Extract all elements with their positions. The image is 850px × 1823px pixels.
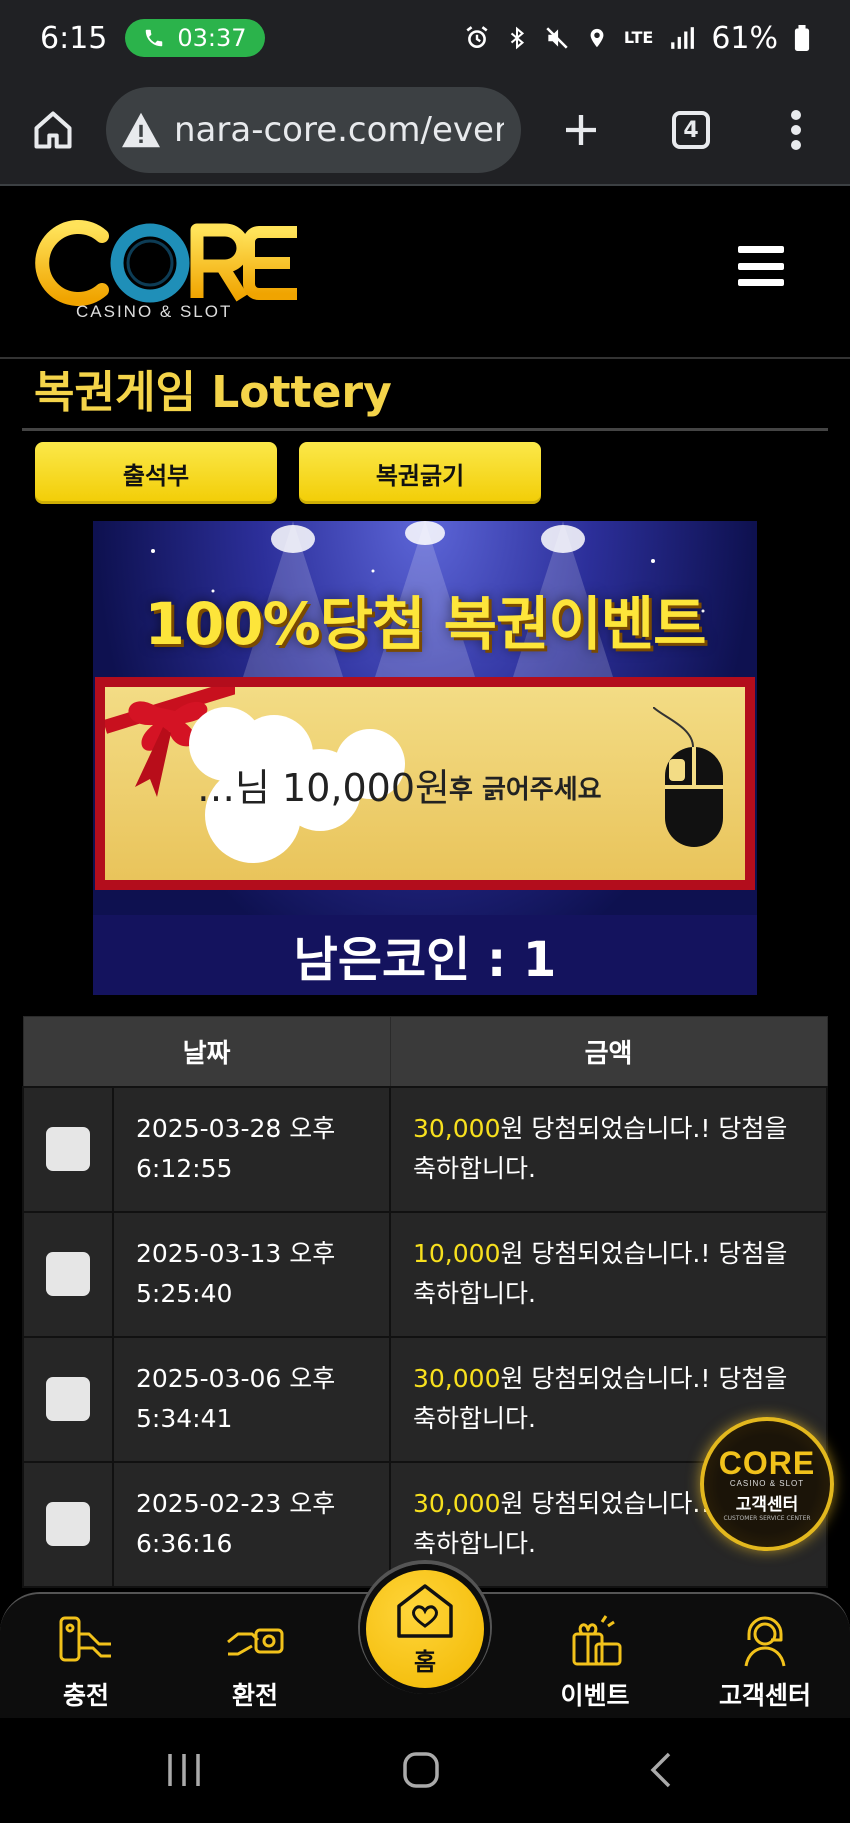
call-duration: 03:37 (177, 24, 247, 52)
network-type: LTE (623, 28, 654, 47)
lottery-banner: 100%당첨 복권이벤트 …님 10,000원 후 긁어주세요 남은코인 : 1 (93, 521, 757, 995)
nav-deposit-label: 충전 (62, 1681, 109, 1710)
row-message: 10,000원 당첨되었습니다.! 당첨을 축하합니다. (389, 1210, 828, 1338)
row-message: 30,000원 당첨되었습니다.! 당첨을 축하합니다. (389, 1085, 828, 1213)
row-date: 2025-03-28 오후 6:12:55 (112, 1085, 391, 1213)
row-date: 2025-03-06 오후 5:34:41 (112, 1335, 391, 1463)
badge-logo: CORE (718, 1444, 816, 1481)
back-chevron-icon (650, 1752, 671, 1788)
mute-icon (546, 27, 568, 49)
nav-event[interactable]: 이벤트 (525, 1614, 665, 1712)
home-heart-icon (397, 1583, 453, 1638)
badge-subtitle: CASINO & SLOT (729, 1478, 805, 1488)
withdraw-icon (227, 1628, 284, 1656)
header-date: 날짜 (22, 1016, 391, 1087)
row-checkbox[interactable] (46, 1502, 90, 1546)
mouse-icon (653, 707, 723, 847)
plus-icon (566, 115, 596, 145)
nav-withdraw-label: 환전 (231, 1681, 278, 1710)
battery-level: 61% (711, 20, 778, 56)
ticket-hint: 후 긁어주세요 (449, 775, 602, 805)
back-button[interactable] (630, 1740, 690, 1800)
logo-subtitle: CASINO & SLOT (76, 302, 233, 321)
headset-icon (744, 1616, 786, 1667)
badge-label: 고객센터 (735, 1494, 799, 1515)
banner-stage: 100%당첨 복권이벤트 (93, 521, 757, 677)
status-bar: 6:15 03:37 LTE 61% (0, 0, 850, 76)
table-header-row: 날짜 금액 (22, 1016, 828, 1087)
bluetooth-icon (510, 26, 524, 50)
status-time: 6:15 (40, 20, 108, 56)
table-row: 2025-03-13 오후 5:25:40 10,000원 당첨되었습니다.! … (22, 1210, 828, 1338)
badge-english: CUSTOMER SERVICE CENTER (723, 1514, 811, 1522)
row-amount: 10,000 (413, 1239, 501, 1268)
home-icon (34, 111, 72, 149)
row-amount: 30,000 (413, 1364, 501, 1393)
system-home-button[interactable] (391, 1740, 451, 1800)
warning-icon (122, 112, 160, 148)
battery-icon (794, 25, 810, 51)
table-row: 2025-03-28 오후 6:12:55 30,000원 당첨되었습니다.! … (22, 1085, 828, 1213)
row-amount: 30,000 (413, 1114, 501, 1143)
row-date: 2025-02-23 오후 6:36:16 (112, 1460, 391, 1588)
menu-bar-3 (738, 279, 784, 286)
new-tab-button[interactable] (521, 76, 641, 184)
remaining-coins: 남은코인 : 1 (93, 915, 757, 995)
nav-home-button[interactable]: 홈 (360, 1564, 490, 1694)
circle-home-icon (403, 1752, 439, 1788)
browser-toolbar: nara-core.com/event 4 (0, 76, 850, 184)
nav-support-label: 고객센터 (718, 1681, 811, 1710)
title-divider (22, 428, 828, 431)
table-row: 2025-03-06 오후 5:34:41 30,000원 당첨되었습니다.! … (22, 1335, 828, 1463)
browser-menu-button[interactable] (741, 76, 850, 184)
menu-bar-2 (738, 262, 784, 270)
url-text: nara-core.com/event (174, 110, 504, 150)
prize-text: …님 10,000원 (197, 766, 450, 810)
alarm-icon (466, 26, 488, 48)
tab-switcher-button[interactable]: 4 (641, 76, 741, 184)
nav-event-label: 이벤트 (560, 1681, 630, 1710)
scratch-ticket[interactable]: …님 10,000원 후 긁어주세요 (95, 677, 755, 890)
gift-icon (572, 1615, 622, 1666)
row-date: 2025-03-13 오후 5:25:40 (112, 1210, 391, 1338)
nav-home-label: 홈 (413, 1647, 437, 1676)
row-checkbox[interactable] (46, 1127, 90, 1171)
row-checkbox[interactable] (46, 1252, 90, 1296)
row-amount: 30,000 (413, 1489, 501, 1518)
tab-count: 4 (672, 111, 710, 149)
location-icon (590, 28, 604, 48)
nav-deposit[interactable]: 충전 (16, 1614, 156, 1712)
recents-icon (168, 1754, 200, 1786)
core-logo-icon (35, 220, 297, 306)
url-bar[interactable]: nara-core.com/event (106, 87, 521, 173)
page-title: 복권게임 Lottery (34, 367, 392, 418)
hamburger-menu-button[interactable] (738, 246, 784, 286)
browser-home-button[interactable] (0, 76, 106, 184)
site-header: CASINO & SLOT (0, 186, 850, 358)
nav-support[interactable]: 고객센터 (695, 1614, 835, 1712)
header-amount: 금액 (389, 1016, 828, 1087)
signal-icon (671, 27, 695, 49)
scratch-lottery-button[interactable]: 복권긁기 (299, 442, 541, 504)
more-vert-icon (790, 110, 801, 150)
ticket-surface[interactable]: …님 10,000원 후 긁어주세요 (105, 687, 745, 880)
banner-headline: 100%당첨 복권이벤트 (144, 590, 707, 658)
call-indicator[interactable]: 03:37 (125, 19, 265, 57)
customer-service-badge[interactable]: CORE CASINO & SLOT 고객센터 CUSTOMER SERVICE… (700, 1417, 834, 1551)
status-icons: LTE 61% (464, 21, 810, 56)
nav-withdraw[interactable]: 환전 (185, 1614, 325, 1712)
deposit-icon (59, 1616, 111, 1662)
row-checkbox[interactable] (46, 1377, 90, 1421)
phone-icon (146, 29, 163, 47)
attendance-button[interactable]: 출석부 (35, 442, 277, 504)
recent-apps-button[interactable] (154, 1740, 214, 1800)
menu-bar-1 (738, 246, 784, 253)
android-navigation-bar (0, 1718, 850, 1823)
